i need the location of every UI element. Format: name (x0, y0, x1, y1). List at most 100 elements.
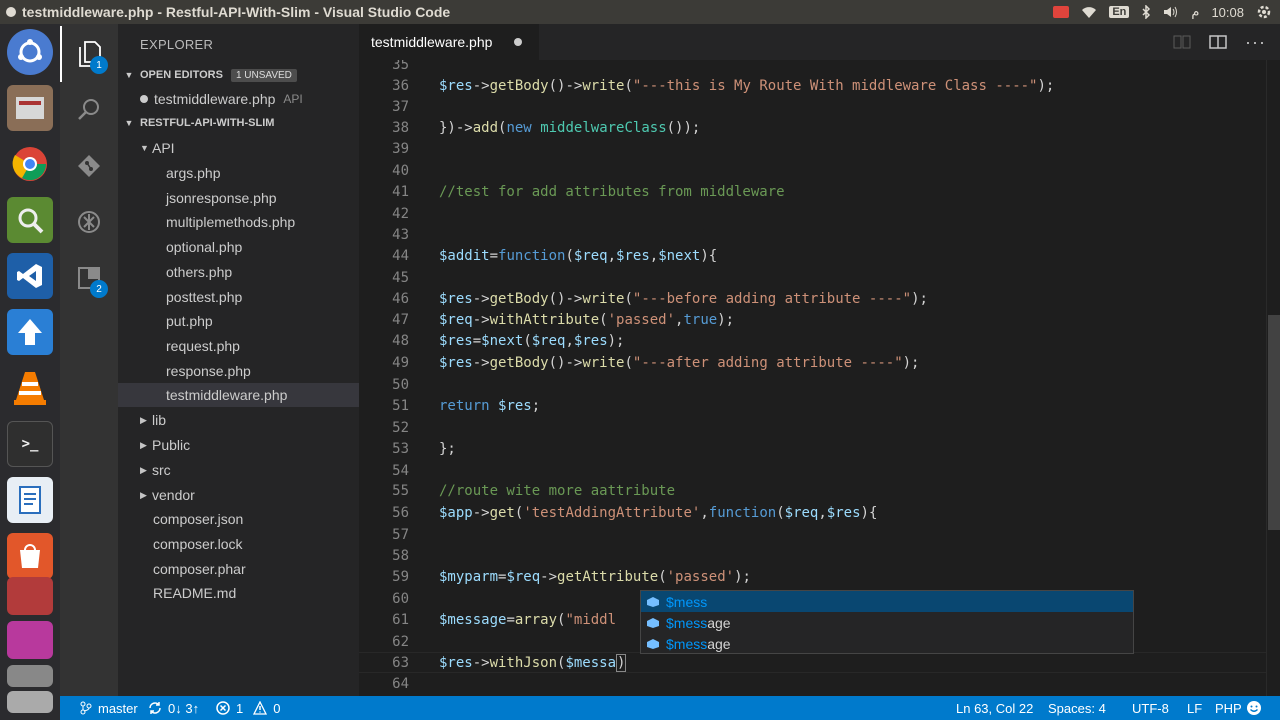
folder-item[interactable]: ▶ src (118, 458, 359, 482)
line-number: 36 (392, 78, 409, 94)
vscode-icon[interactable] (7, 253, 53, 299)
split-editor-icon[interactable] (1209, 34, 1227, 50)
indentation[interactable]: Spaces: 4 (1048, 696, 1106, 720)
file-item[interactable]: posttest.php (118, 285, 359, 309)
window-title: testmiddleware.php - Restful-API-With-Sl… (22, 4, 451, 20)
line-number: 46 (392, 291, 409, 307)
scrollbar-thumb[interactable] (1268, 315, 1280, 530)
problems-indicator[interactable]: 1 0 (216, 696, 280, 720)
explorer-sidebar: EXPLORER ▼ OPEN EDITORS 1 UNSAVED testmi… (118, 24, 359, 696)
explorer-icon[interactable]: 1 (60, 26, 118, 82)
chevron-right-icon: ▶ (140, 414, 147, 425)
chevron-right-icon: ▶ (140, 439, 147, 450)
line-number: 43 (392, 227, 409, 243)
sync-indicator[interactable]: 0↓ 3↑ (148, 696, 199, 720)
suggest-item[interactable]: $mess age (641, 612, 1133, 633)
bluetooth-icon[interactable] (1141, 5, 1151, 19)
app-icon[interactable] (7, 577, 53, 615)
open-editor-item[interactable]: testmiddleware.php API (118, 87, 359, 111)
source-control-icon[interactable] (60, 138, 118, 194)
text-editor-icon[interactable] (7, 477, 53, 523)
window-close-icon[interactable] (6, 7, 16, 17)
cursor-position[interactable]: Ln 63, Col 22 (956, 696, 1033, 720)
line-ending[interactable]: LF (1187, 696, 1202, 720)
code-text: $myparm=$req->getAttribute('passed'); (439, 569, 751, 585)
volume-icon[interactable] (1163, 5, 1179, 19)
image-viewer-icon[interactable] (7, 197, 53, 243)
code-line: 55 //route wite more aattribute (359, 481, 1269, 502)
suggest-item[interactable]: $mess (641, 591, 1133, 612)
code-line: 50 (359, 375, 1269, 396)
unsaved-dot-icon[interactable] (514, 38, 523, 46)
suggest-item[interactable]: $mess age (641, 633, 1133, 654)
chevron-right-icon: ▶ (140, 489, 147, 500)
clock[interactable]: 10:08 (1211, 5, 1244, 20)
folder-api[interactable]: ▼ API (118, 136, 359, 160)
tab-testmiddleware[interactable]: testmiddleware.php (359, 24, 539, 60)
extensions-badge: 2 (90, 280, 108, 298)
line-number: 45 (392, 270, 409, 286)
files-icon[interactable] (7, 85, 53, 131)
code-line: 45 (359, 268, 1269, 289)
wifi-icon[interactable] (1081, 5, 1097, 19)
file-item[interactable]: args.php (118, 161, 359, 185)
software-updater-icon[interactable] (7, 309, 53, 355)
line-number: 49 (392, 355, 409, 371)
file-label: response.php (166, 363, 251, 379)
folder-item[interactable]: ▶ vendor (118, 483, 359, 507)
trash-icon[interactable] (7, 691, 53, 713)
file-item[interactable]: composer.phar (118, 557, 359, 581)
more-actions-icon[interactable]: ··· (1245, 32, 1266, 53)
sync-counts: 0↓ 3↑ (168, 700, 200, 716)
file-item[interactable]: put.php (118, 309, 359, 333)
open-editors-header[interactable]: ▼ OPEN EDITORS 1 UNSAVED (118, 64, 359, 86)
app-icon[interactable] (7, 621, 53, 659)
code-line: 39 (359, 139, 1269, 160)
search-icon[interactable] (60, 82, 118, 138)
app-store-icon[interactable] (7, 533, 53, 579)
warning-icon (253, 701, 268, 715)
file-item[interactable]: multiplemethods.php (118, 210, 359, 234)
line-number: 58 (392, 548, 409, 564)
folder-item[interactable]: ▶ Public (118, 433, 359, 457)
project-label: RESTFUL-API-WITH-SLIM (140, 117, 275, 129)
language-mode[interactable]: PHP (1215, 696, 1242, 720)
file-item[interactable]: response.php (118, 359, 359, 383)
terminal-icon[interactable]: >_ (7, 421, 53, 467)
code-line: 52 (359, 418, 1269, 439)
code-line-current: 63 $res->withJson($messa) (359, 652, 1269, 673)
app-icon[interactable] (7, 665, 53, 687)
line-number: 57 (392, 527, 409, 543)
file-item[interactable]: README.md (118, 581, 359, 605)
recording-icon[interactable] (1053, 6, 1070, 18)
file-item[interactable]: others.php (118, 260, 359, 284)
keyboard-layout[interactable]: En (1109, 6, 1130, 18)
encoding[interactable]: UTF-8 (1132, 696, 1169, 720)
file-item-selected[interactable]: testmiddleware.php (118, 383, 359, 407)
editor-scrollbar[interactable] (1266, 60, 1280, 696)
chevron-down-icon: ▼ (140, 143, 149, 153)
settings-gear-icon[interactable] (1256, 4, 1272, 20)
file-item[interactable]: composer.lock (118, 532, 359, 556)
file-item[interactable]: optional.php (118, 235, 359, 259)
file-item[interactable]: request.php (118, 334, 359, 358)
code-line: 37 (359, 97, 1269, 118)
ubuntu-dash-icon[interactable] (7, 29, 53, 75)
line-number: 44 (392, 248, 409, 264)
code-line: 48 $res=$next($req,$res); (359, 331, 1269, 352)
branch-indicator[interactable]: master (80, 696, 138, 720)
open-changes-icon[interactable] (1173, 34, 1191, 50)
debug-icon[interactable] (60, 194, 118, 250)
file-item[interactable]: jsonresponse.php (118, 186, 359, 210)
extensions-icon[interactable]: 2 (60, 250, 118, 306)
vlc-icon[interactable] (7, 365, 53, 411)
line-number: 47 (392, 312, 409, 328)
chrome-icon[interactable] (7, 141, 53, 187)
explorer-badge: 1 (90, 56, 108, 74)
folder-item[interactable]: ▶ lib (118, 408, 359, 432)
code-text: $res->withJson($messa) (439, 654, 627, 672)
project-header[interactable]: ▼ RESTFUL-API-WITH-SLIM (118, 112, 359, 134)
file-item[interactable]: composer.json (118, 507, 359, 531)
feedback-smiley-icon[interactable] (1246, 696, 1262, 720)
code-line: 53}; (359, 439, 1269, 460)
